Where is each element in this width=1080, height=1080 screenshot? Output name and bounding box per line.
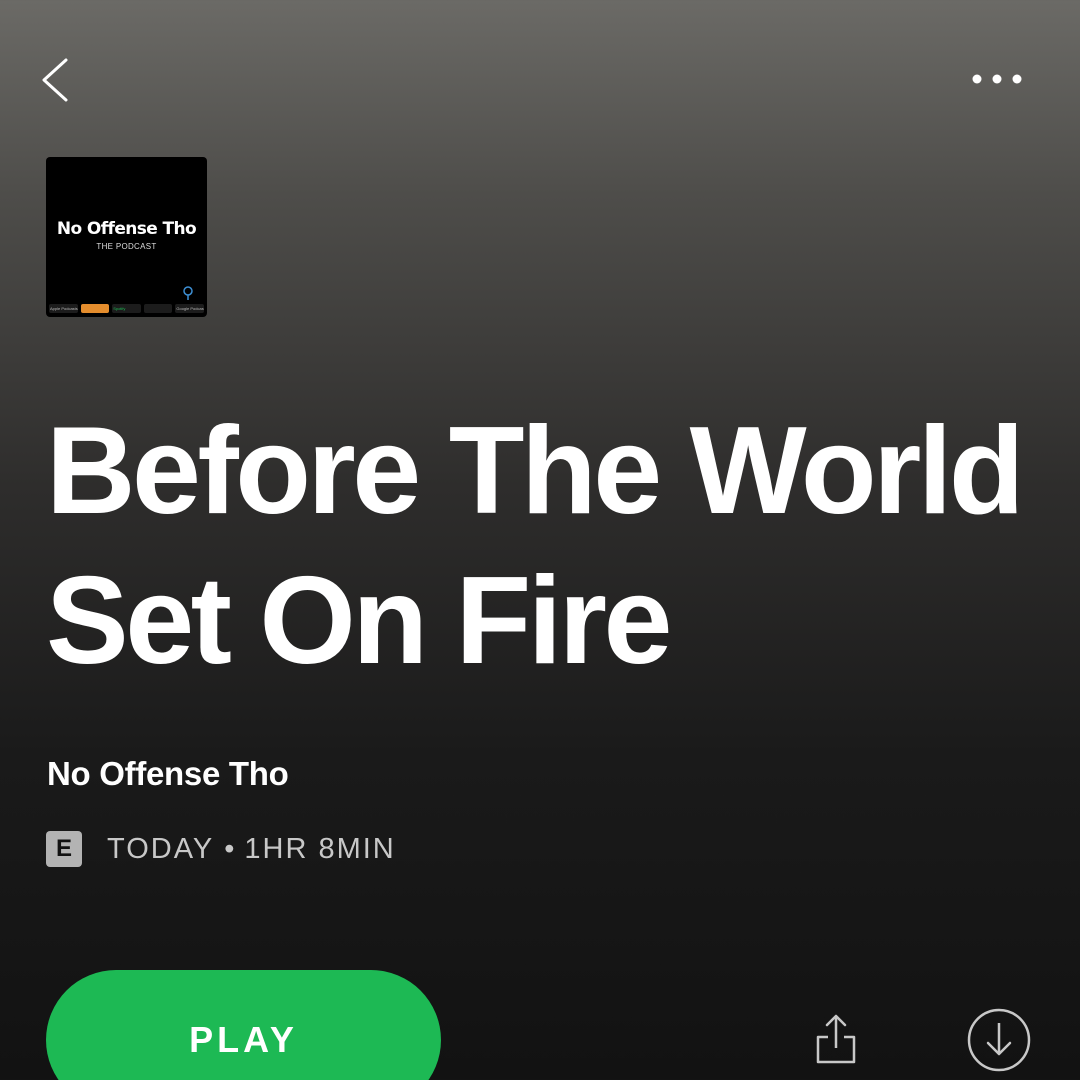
chevron-left-icon [42,58,68,102]
back-button[interactable] [36,55,76,105]
download-icon [967,1008,1031,1072]
cover-logo-icon [183,286,193,300]
play-button[interactable]: PLAY [46,970,441,1080]
meta-separator: • [224,832,235,865]
cover-title: No Offense Tho [56,219,197,239]
more-horizontal-icon [972,74,1022,84]
share-button[interactable] [812,1010,860,1070]
cover-badge [143,304,173,313]
cover-badge: Spotify [112,304,141,313]
show-name-link[interactable]: No Offense Tho [47,755,289,793]
cover-badge [80,304,110,313]
share-icon [816,1014,856,1064]
cover-badge: Apple Podcasts [49,304,78,313]
episode-duration: 1HR 8MIN [244,832,396,865]
more-options-button[interactable] [970,66,1030,92]
cover-subtitle: THE PODCAST [96,242,157,251]
episode-date: TODAY [107,832,215,865]
episode-title: Before The World Set On Fire [46,402,1025,690]
episode-meta: E TODAY • 1HR 8MIN [46,831,396,867]
podcast-cover-art: No Offense Tho THE PODCAST Apple Podcast… [46,157,207,317]
cover-badge: Google Podcasts [175,304,204,313]
explicit-badge: E [46,831,82,867]
download-button[interactable] [966,1007,1032,1073]
cover-platform-badges: Apple Podcasts Spotify Google Podcasts [49,304,204,313]
